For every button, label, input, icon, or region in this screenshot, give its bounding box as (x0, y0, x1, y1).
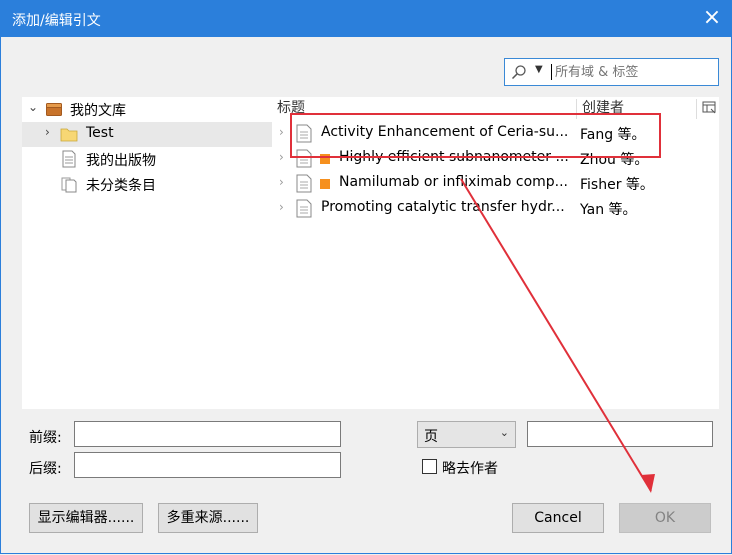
search-input[interactable] (553, 62, 713, 82)
items-list: 标题 创建者 › Activity Enhancement of Ceria-s… (274, 97, 719, 409)
table-row[interactable]: › Namilumab or infliximab comp... Fisher… (274, 171, 719, 196)
omit-author-label[interactable]: 略去作者 (442, 458, 498, 478)
item-title: Promoting catalytic transfer hydr... (321, 199, 565, 215)
folder-icon (60, 128, 78, 142)
column-header-title[interactable]: 标题 (277, 97, 305, 121)
chevron-down-icon: ⌄ (499, 426, 509, 439)
table-row[interactable]: › Promoting catalytic transfer hydr... Y… (274, 196, 719, 221)
document-icon (296, 124, 312, 143)
documents-stack-icon (61, 177, 77, 193)
document-icon (296, 199, 312, 218)
text-caret (551, 64, 552, 80)
prefix-label: 前缀: (29, 430, 62, 446)
search-box[interactable]: ▼ (504, 58, 719, 86)
annotation-arrow-head (641, 474, 655, 493)
item-creator: Zhou 等。 (580, 152, 649, 168)
library-icon (46, 103, 62, 116)
close-icon[interactable]: × (699, 5, 725, 31)
tree-item-unfiled-items[interactable]: 未分类条目 (22, 172, 272, 197)
tag-color-icon (320, 154, 330, 164)
chevron-right-icon[interactable]: › (279, 125, 284, 139)
add-edit-citation-dialog: 添加/编辑引文 × ▼ ⌄ 我的文库 › (0, 0, 732, 554)
item-title: Activity Enhancement of Ceria-su... (321, 124, 569, 140)
column-header-creator[interactable]: 创建者 (582, 97, 624, 121)
prefix-input[interactable] (74, 421, 341, 447)
column-separator[interactable] (576, 99, 577, 119)
omit-author-checkbox[interactable] (422, 459, 437, 474)
column-separator[interactable] (696, 99, 697, 119)
tree-item-label: Test (86, 125, 114, 141)
chevron-right-icon[interactable]: › (279, 200, 284, 214)
chevron-down-icon[interactable]: ⌄ (28, 100, 38, 114)
tree-item-my-publications[interactable]: 我的出版物 (22, 147, 272, 172)
column-picker-icon[interactable] (702, 101, 716, 115)
library-panel: ⌄ 我的文库 › Test 我的出版物 未分类条目 标题 创建者 › Activ… (22, 97, 719, 409)
locator-type-select[interactable]: 页 ⌄ (417, 421, 516, 448)
chevron-right-icon[interactable]: › (279, 175, 284, 189)
table-row[interactable]: › Activity Enhancement of Ceria-su... Fa… (274, 121, 719, 146)
cancel-button[interactable]: Cancel (512, 503, 604, 533)
tree-item-label: 未分类条目 (86, 178, 156, 194)
locator-input[interactable] (527, 421, 713, 447)
chevron-right-icon[interactable]: › (45, 125, 50, 139)
multiple-sources-button[interactable]: 多重来源...... (158, 503, 258, 533)
collection-tree: ⌄ 我的文库 › Test 我的出版物 未分类条目 (22, 97, 272, 409)
tree-item-my-library[interactable]: ⌄ 我的文库 (22, 97, 272, 122)
tag-color-icon (320, 179, 330, 189)
tree-item-label: 我的出版物 (86, 153, 156, 169)
table-row[interactable]: › Highly efficient subnanometer ... Zhou… (274, 146, 719, 171)
document-icon (296, 174, 312, 193)
search-mode-dropdown-icon[interactable]: ▼ (535, 64, 543, 75)
document-icon (62, 150, 76, 168)
search-icon[interactable] (511, 64, 527, 80)
suffix-label: 后缀: (29, 461, 62, 477)
dialog-title: 添加/编辑引文 (12, 13, 101, 29)
tree-item-test[interactable]: › Test (22, 122, 272, 147)
locator-type-value: 页 (424, 429, 438, 445)
item-title: Highly efficient subnanometer ... (339, 149, 569, 165)
ok-button[interactable]: OK (619, 503, 711, 533)
item-title: Namilumab or infliximab comp... (339, 174, 569, 190)
item-creator: Fisher 等。 (580, 177, 654, 193)
suffix-input[interactable] (74, 452, 341, 478)
item-creator: Fang 等。 (580, 127, 646, 143)
chevron-right-icon[interactable]: › (279, 150, 284, 164)
tree-item-label: 我的文库 (70, 103, 126, 119)
title-bar: 添加/编辑引文 × (1, 1, 731, 37)
item-creator: Yan 等。 (580, 202, 637, 218)
show-editor-button[interactable]: 显示编辑器...... (29, 503, 143, 533)
document-icon (296, 149, 312, 168)
